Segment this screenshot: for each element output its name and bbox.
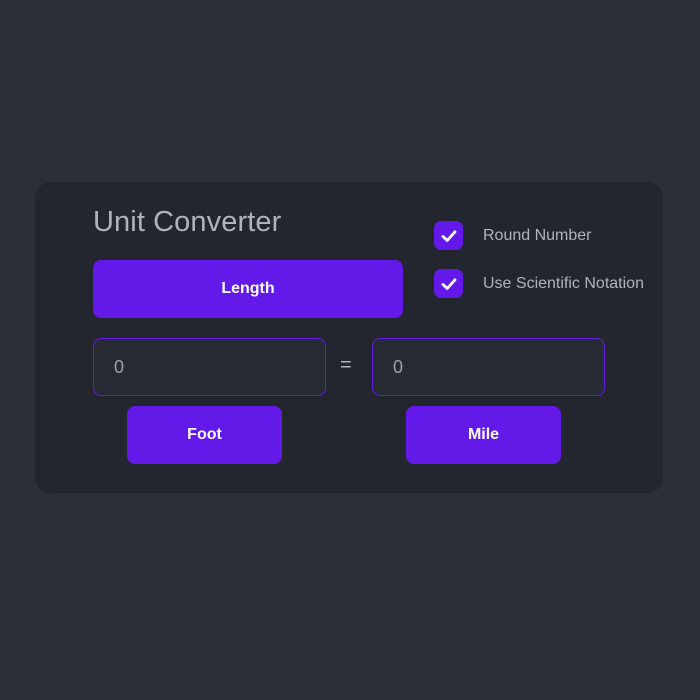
scientific-notation-option[interactable]: Use Scientific Notation xyxy=(434,269,644,298)
from-unit-button[interactable]: Foot xyxy=(127,406,282,464)
page-title: Unit Converter xyxy=(93,206,282,238)
from-value-input[interactable] xyxy=(93,338,326,396)
round-number-label: Round Number xyxy=(483,226,592,244)
check-icon xyxy=(441,229,456,242)
converter-card: Unit Converter Length = Foot Mile Round … xyxy=(35,182,663,493)
round-number-option[interactable]: Round Number xyxy=(434,221,592,250)
round-number-checkbox[interactable] xyxy=(434,221,463,250)
unit-type-button[interactable]: Length xyxy=(93,260,403,318)
equals-sign: = xyxy=(340,354,352,376)
to-value-input[interactable] xyxy=(372,338,605,396)
to-unit-button[interactable]: Mile xyxy=(406,406,561,464)
scientific-notation-checkbox[interactable] xyxy=(434,269,463,298)
check-icon xyxy=(441,277,456,290)
scientific-notation-label: Use Scientific Notation xyxy=(483,274,644,292)
